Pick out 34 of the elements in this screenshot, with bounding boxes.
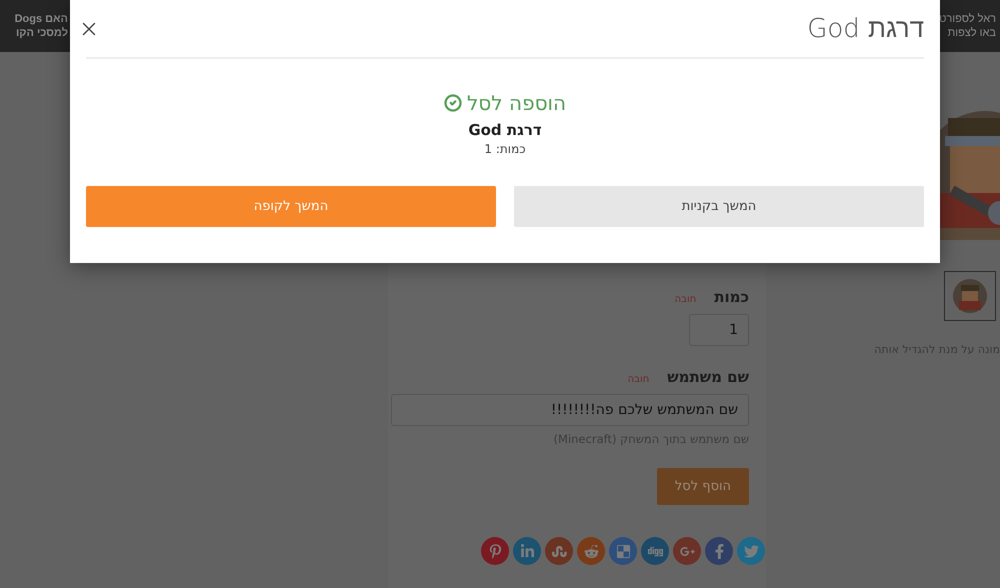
required-note: חובה [628, 374, 650, 385]
input-field[interactable]: שם המשתמש שלכם פה!!!!!!!! [391, 394, 749, 426]
field-label: כמות [714, 288, 749, 306]
header-text: ראל לספורט [938, 13, 996, 25]
header-text: למסכי הקו [14, 27, 68, 39]
checkout-button[interactable]: המשך לקופה [86, 186, 496, 227]
field-label: שם משתמש [667, 368, 749, 386]
bird-icon [744, 544, 758, 558]
item-name: דרגת God [468, 121, 542, 139]
add-to-cart-button[interactable]: הוסף לסל [657, 468, 749, 505]
header-text: באו לצפות [946, 27, 996, 39]
share-button[interactable] [481, 537, 509, 565]
squares-icon [616, 544, 630, 558]
share-button[interactable] [705, 537, 733, 565]
thumbnail[interactable] [944, 271, 996, 321]
required-note: חובה [674, 294, 696, 305]
p-logo-icon [488, 544, 502, 558]
share-button[interactable] [609, 537, 637, 565]
in-logo-icon [520, 544, 534, 558]
alien-icon [584, 544, 598, 558]
share-button[interactable] [737, 537, 765, 565]
continue-shopping-button[interactable]: המשך בקניות [514, 186, 924, 227]
su-logo-icon [552, 544, 566, 558]
quantity-text: כמות: 1 [484, 142, 526, 156]
share-button[interactable] [641, 537, 669, 565]
share-button[interactable] [545, 537, 573, 565]
dialog-title: דרגת God [807, 13, 924, 44]
header-text: האם Dogs [14, 13, 68, 25]
success-message: הוספה לסל [466, 91, 566, 115]
share-button[interactable] [673, 537, 701, 565]
input-field[interactable]: 1 [689, 314, 749, 346]
check-circle-icon [444, 94, 462, 112]
share-button[interactable] [577, 537, 605, 565]
share-button[interactable] [513, 537, 541, 565]
